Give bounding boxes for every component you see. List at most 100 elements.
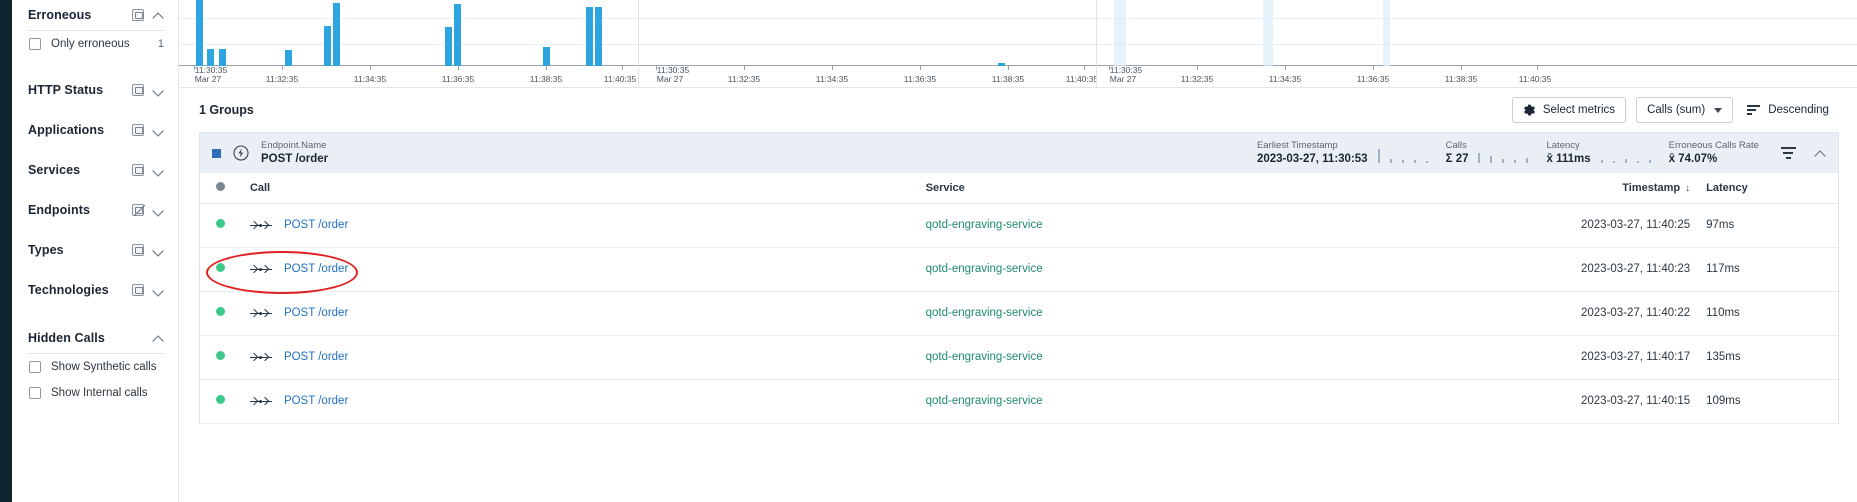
- chart-latency[interactable]: 11:30:35 Mar 27 11:32:35 11:34:35 11:36:…: [1097, 0, 1857, 88]
- chevron-up-icon[interactable]: [153, 333, 164, 344]
- group-header-row[interactable]: Endpoint.Name POST /order Earliest Times…: [200, 133, 1838, 173]
- call-flow-icon: [249, 396, 272, 406]
- sidebar-section-header-services[interactable]: Services: [28, 155, 164, 185]
- filter-row-show-synthetic-calls[interactable]: Show Synthetic calls: [28, 354, 164, 380]
- row-call-link[interactable]: POST /order: [284, 263, 348, 275]
- group-calls: Calls Σ 27: [1446, 140, 1469, 167]
- sidebar-section-header-hidden-calls[interactable]: Hidden Calls: [28, 323, 164, 353]
- chevron-down-icon[interactable]: [153, 165, 164, 176]
- group-endpoint-label: Endpoint.Name: [261, 139, 327, 151]
- chevron-up-icon[interactable]: [1815, 148, 1826, 159]
- row-status: [200, 203, 242, 248]
- row-call-link[interactable]: POST /order: [284, 219, 348, 231]
- row-service-link[interactable]: qotd-engraving-service: [926, 263, 1043, 275]
- chart-bar: [454, 4, 461, 66]
- row-call-link[interactable]: POST /order: [284, 395, 348, 407]
- latency-sparkline: [1476, 143, 1538, 163]
- select-metrics-button[interactable]: Select metrics: [1511, 97, 1627, 123]
- sidebar-section-header-types[interactable]: Types: [28, 235, 164, 265]
- sort-direction-button[interactable]: Descending: [1743, 97, 1839, 123]
- chart-card-icon[interactable]: [132, 284, 144, 296]
- only-erroneous-count: 1: [157, 38, 164, 50]
- chart-bar: [586, 7, 593, 66]
- filter-sidebar: Erroneous Only erroneous 1 HTTP Status A…: [12, 0, 179, 502]
- chevron-down-icon[interactable]: [153, 125, 164, 136]
- gear-icon: [1523, 104, 1536, 117]
- sidebar-section-header-endpoints[interactable]: Endpoints: [28, 195, 164, 225]
- chart-calls[interactable]: 11:30:35 Mar 27 11:32:35 11:34:35 11:36:…: [179, 0, 639, 88]
- chart-tick-label: 11:38:35: [1444, 74, 1478, 84]
- status-ok-icon: [216, 395, 226, 404]
- chevron-down-icon[interactable]: [153, 245, 164, 256]
- row-status: [200, 379, 242, 424]
- filter-row-show-internal-calls[interactable]: Show Internal calls: [28, 380, 164, 406]
- row-service: qotd-engraving-service: [917, 379, 1466, 424]
- row-call: POST /order: [241, 247, 918, 292]
- group-earliest-timestamp: Earliest Timestamp 2023-03-27, 11:30:53: [1257, 140, 1368, 167]
- sidebar-section-applications: Applications: [12, 115, 178, 145]
- filter-row-only-erroneous[interactable]: Only erroneous 1: [28, 31, 164, 57]
- chart-bar: [595, 7, 602, 66]
- chart-card-icon[interactable]: [132, 84, 144, 96]
- chart-card-icon[interactable]: [132, 244, 144, 256]
- sidebar-section-title: Technologies: [28, 283, 109, 297]
- sidebar-section-header-http-status[interactable]: HTTP Status: [28, 75, 164, 105]
- groups-count-label: 1 Groups: [199, 103, 254, 117]
- row-latency: 109ms: [1698, 379, 1838, 424]
- row-service-link[interactable]: qotd-engraving-service: [926, 219, 1043, 231]
- chart-tick-label: 11:36:35: [903, 74, 937, 84]
- chevron-down-icon[interactable]: [153, 205, 164, 216]
- row-service-link[interactable]: qotd-engraving-service: [926, 351, 1043, 363]
- show-internal-calls-label: Show Internal calls: [51, 387, 148, 399]
- chevron-down-icon[interactable]: [153, 85, 164, 96]
- table-row[interactable]: POST /order qotd-engraving-service 2023-…: [200, 379, 1838, 424]
- chart-failure-rate[interactable]: 11:30:35 Mar 27 11:32:35 11:34:35 11:36:…: [639, 0, 1097, 88]
- col-latency-header[interactable]: Latency: [1698, 173, 1838, 204]
- chart-date-label: Mar 27: [1109, 74, 1137, 84]
- chart-bar: [1114, 0, 1126, 66]
- chart-tick-label: 11:34:35: [1268, 74, 1302, 84]
- chevron-up-icon[interactable]: [153, 10, 164, 21]
- show-synthetic-calls-label: Show Synthetic calls: [51, 361, 157, 373]
- erroneous-sparkline: [1599, 143, 1661, 163]
- chevron-down-icon: [1714, 107, 1723, 113]
- table-row[interactable]: POST /order qotd-engraving-service 2023-…: [200, 203, 1838, 248]
- row-call-link[interactable]: POST /order: [284, 351, 348, 363]
- sidebar-section-erroneous: Erroneous Only erroneous 1: [12, 0, 178, 57]
- show-internal-calls-checkbox[interactable]: [29, 387, 41, 399]
- sidebar-section-header-technologies[interactable]: Technologies: [28, 275, 164, 305]
- sort-direction-label: Descending: [1768, 104, 1829, 116]
- col-service-header[interactable]: Service: [917, 173, 1466, 204]
- chart-bar: [207, 49, 214, 66]
- row-call-link[interactable]: POST /order: [284, 307, 348, 319]
- show-synthetic-calls-checkbox[interactable]: [29, 361, 41, 373]
- filter-icon[interactable]: [1780, 146, 1797, 160]
- table-row[interactable]: POST /order qotd-engraving-service 2023-…: [200, 335, 1838, 380]
- metric-select-dropdown[interactable]: Calls (sum): [1636, 97, 1734, 123]
- chart-card-icon[interactable]: [132, 9, 144, 21]
- chart-card-icon[interactable]: [132, 164, 144, 176]
- row-service-link[interactable]: qotd-engraving-service: [926, 395, 1043, 407]
- table-row[interactable]: POST /order qotd-engraving-service 2023-…: [200, 291, 1838, 336]
- row-service: qotd-engraving-service: [917, 291, 1466, 336]
- chart-bar: [324, 26, 331, 66]
- results-panel: Endpoint.Name POST /order Earliest Times…: [199, 132, 1839, 424]
- status-ok-icon: [216, 263, 226, 272]
- col-timestamp-header[interactable]: Timestamp ↓: [1465, 173, 1699, 204]
- col-call-header[interactable]: Call: [241, 173, 918, 204]
- row-timestamp: 2023-03-27, 11:40:23: [1465, 247, 1699, 292]
- row-status: [200, 291, 242, 336]
- table-row[interactable]: POST /order qotd-engraving-service 2023-…: [200, 247, 1838, 292]
- only-erroneous-checkbox[interactable]: [29, 38, 41, 50]
- sidebar-section-header-applications[interactable]: Applications: [28, 115, 164, 145]
- chevron-down-icon[interactable]: [153, 285, 164, 296]
- chart-card-icon[interactable]: [132, 124, 144, 136]
- row-service-link[interactable]: qotd-engraving-service: [926, 307, 1043, 319]
- chart-bar: [543, 47, 550, 66]
- sidebar-section-http-status: HTTP Status: [12, 75, 178, 105]
- group-erroneous-value: x̄ 74.07%: [1669, 152, 1759, 167]
- sidebar-section-header-erroneous[interactable]: Erroneous: [28, 0, 164, 30]
- chart-tick-label: 11:34:35: [353, 74, 387, 84]
- chart-card-disabled-icon[interactable]: [132, 204, 144, 216]
- row-timestamp: 2023-03-27, 11:40:17: [1465, 335, 1699, 380]
